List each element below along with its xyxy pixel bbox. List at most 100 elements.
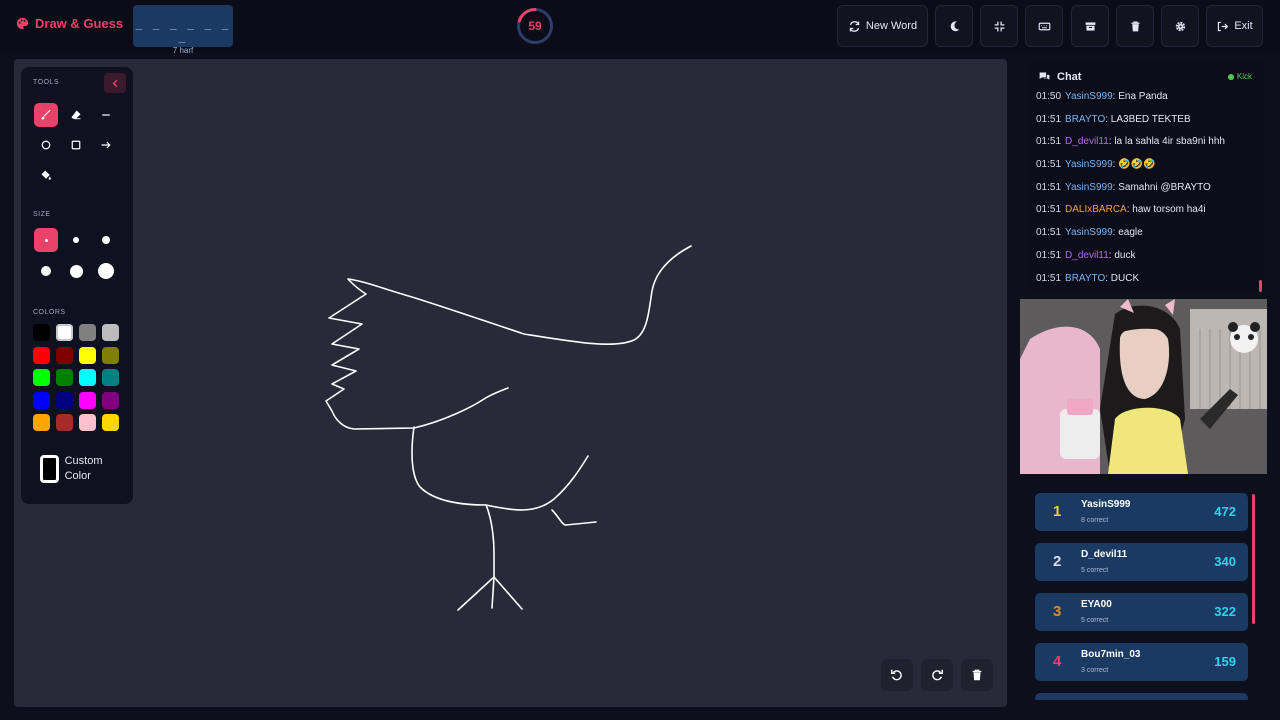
message-time: 01:51 — [1036, 113, 1062, 125]
new-word-button[interactable]: New Word — [837, 5, 928, 47]
rectangle-tool[interactable] — [64, 133, 88, 157]
arrow-tool[interactable] — [94, 133, 118, 157]
size-option-5[interactable] — [64, 259, 88, 283]
leaderboard-row[interactable]: 2 D_devil11 5 correct 340 — [1035, 543, 1248, 581]
keyboard-button[interactable] — [1025, 5, 1063, 47]
color-swatch[interactable] — [79, 324, 96, 341]
size-option-6[interactable] — [94, 259, 118, 283]
color-swatch[interactable] — [33, 324, 50, 341]
message-user[interactable]: DALIxBARCA — [1065, 204, 1127, 215]
message-user[interactable]: BRAYTO — [1065, 273, 1105, 284]
round-timer: 59 — [516, 7, 554, 45]
undo-button[interactable] — [881, 659, 913, 691]
leaderboard-panel: 1 YasinS999 8 correct 472 2 D_devil11 5 correc… — [1028, 474, 1264, 700]
redo-icon — [932, 669, 943, 681]
size-option-4[interactable] — [34, 259, 58, 283]
comments-icon — [1039, 72, 1050, 80]
exit-label: Exit — [1234, 20, 1253, 32]
circle-tool[interactable] — [34, 133, 58, 157]
player-score: 159 — [1214, 654, 1236, 669]
delete-button[interactable] — [1116, 5, 1154, 47]
size-option-3[interactable] — [94, 228, 118, 252]
message-time: 01:50 — [1036, 91, 1062, 102]
color-swatch[interactable] — [102, 346, 119, 364]
message-user[interactable]: D_devil11 — [1065, 250, 1109, 261]
exit-fullscreen-button[interactable] — [980, 5, 1018, 47]
color-swatch[interactable] — [33, 414, 50, 431]
leaderboard-row[interactable]: 3 EYA00 5 correct 322 — [1035, 593, 1248, 631]
archive-button[interactable] — [1071, 5, 1109, 47]
collapse-tools-button[interactable] — [104, 73, 126, 93]
size-option-2[interactable] — [64, 228, 88, 252]
color-swatch[interactable] — [79, 414, 96, 431]
settings-button[interactable] — [1161, 5, 1199, 47]
message-user[interactable]: YasinS999 — [1065, 159, 1113, 170]
color-swatch[interactable] — [56, 346, 73, 364]
app-title: Draw & Guess — [35, 16, 124, 31]
color-swatch[interactable] — [79, 369, 96, 386]
fill-tool[interactable] — [34, 163, 58, 187]
message-text: duck — [1114, 249, 1136, 261]
color-swatch[interactable] — [56, 391, 73, 409]
tools-title: TOOLS — [33, 79, 60, 86]
color-swatch[interactable] — [102, 391, 119, 409]
archive-icon — [1085, 21, 1095, 31]
color-swatch[interactable] — [56, 324, 73, 341]
leaderboard-row-partial[interactable] — [1035, 693, 1248, 700]
color-swatch[interactable] — [102, 369, 119, 386]
square-icon — [71, 140, 81, 150]
color-swatch[interactable] — [79, 346, 96, 364]
player-rank: 3 — [1053, 603, 1062, 620]
color-swatch[interactable] — [33, 369, 50, 386]
color-swatch[interactable] — [102, 324, 119, 341]
chat-panel: Chat Kick 01:50 YasinS999: Ena Panda 01:51… — [1028, 62, 1264, 292]
kick-status-label: Kick — [1236, 72, 1252, 81]
brush-icon — [41, 109, 51, 120]
color-swatch[interactable] — [79, 391, 96, 409]
message-user[interactable]: YasinS999 — [1065, 182, 1113, 193]
color-swatch[interactable] — [33, 346, 50, 364]
chevron-left-icon — [112, 79, 117, 87]
message-time: 01:51 — [1036, 159, 1062, 171]
color-swatch[interactable] — [102, 414, 119, 431]
palette-icon — [16, 17, 29, 30]
clear-canvas-button[interactable] — [961, 659, 993, 691]
drawing-canvas[interactable] — [14, 59, 1007, 707]
size-option-1[interactable] — [34, 228, 58, 252]
leaderboard-scrollbar[interactable] — [1252, 494, 1255, 624]
custom-color-preview — [40, 455, 59, 483]
trash-icon — [1130, 20, 1140, 31]
color-swatch[interactable] — [33, 391, 50, 409]
chat-scrollbar[interactable] — [1259, 280, 1262, 292]
timer-value: 59 — [528, 19, 542, 33]
leaderboard-row[interactable]: 1 YasinS999 8 correct 472 — [1035, 493, 1248, 531]
leaderboard-row[interactable]: 4 Bou7min_03 3 correct 159 — [1035, 643, 1248, 681]
undo-icon — [891, 669, 902, 681]
message-user[interactable]: D_devil11 — [1065, 136, 1109, 147]
dark-mode-button[interactable] — [935, 5, 973, 47]
player-correct-count: 5 correct — [1081, 567, 1109, 574]
line-tool[interactable] — [94, 103, 118, 127]
message-text: la la sahla 4ir sba9ni hhh — [1114, 136, 1225, 148]
message-user[interactable]: BRAYTO — [1065, 114, 1105, 125]
color-swatch[interactable] — [56, 414, 73, 431]
gear-icon — [1175, 21, 1185, 31]
custom-color-button[interactable]: Custom Color — [33, 448, 121, 490]
streamer-camera-image — [1020, 299, 1267, 474]
eraser-tool[interactable] — [64, 103, 88, 127]
brush-tool[interactable] — [34, 103, 58, 127]
message-user[interactable]: YasinS999 — [1065, 227, 1113, 238]
message-text: 🤣🤣🤣 — [1118, 159, 1156, 171]
chat-message: 01:51 DALIxBARCA: haw torsom ha4i — [1036, 203, 1260, 226]
trash-icon — [972, 669, 982, 681]
message-time: 01:51 — [1036, 227, 1062, 239]
message-user[interactable]: YasinS999 — [1065, 91, 1113, 102]
tools-panel: TOOLS SIZE COLORS Custom Color — [21, 67, 133, 504]
redo-button[interactable] — [921, 659, 953, 691]
refresh-icon — [849, 20, 860, 32]
player-name: Bou7min_03 — [1081, 649, 1141, 660]
message-time: 01:51 — [1036, 204, 1062, 216]
exit-button[interactable]: Exit — [1206, 5, 1263, 47]
kick-status: Kick — [1227, 72, 1252, 81]
color-swatch[interactable] — [56, 369, 73, 386]
